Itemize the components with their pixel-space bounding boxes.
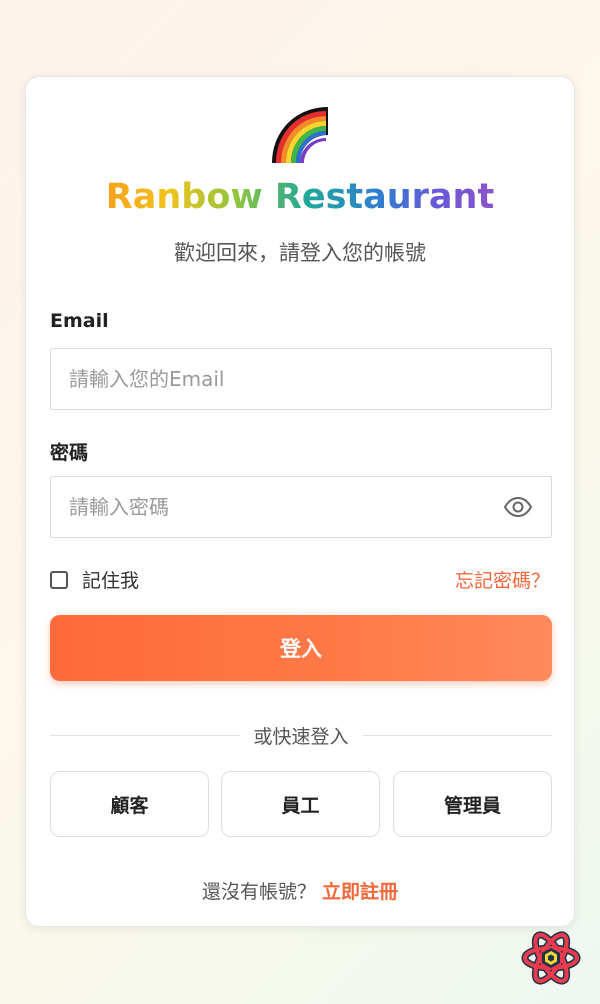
quick-login-divider: 或快速登入 xyxy=(50,722,553,749)
divider-line-left xyxy=(50,735,240,736)
email-label: Email xyxy=(50,310,109,332)
password-label: 密碼 xyxy=(50,442,89,464)
quick-login-staff-button[interactable]: 員工 xyxy=(221,771,380,837)
brand-title: Ranbow Restaurant xyxy=(26,177,574,217)
register-prompt: 還沒有帳號？ 立即註冊 xyxy=(26,877,574,904)
remember-me[interactable]: 記住我 xyxy=(50,566,139,593)
welcome-subtitle: 歡迎回來，請登入您的帳號 xyxy=(174,241,426,265)
eye-icon[interactable] xyxy=(503,496,533,518)
forgot-password-link[interactable]: 忘記密碼？ xyxy=(455,566,550,593)
register-prompt-text: 還沒有帳號？ xyxy=(201,881,316,903)
password-input[interactable] xyxy=(50,476,552,538)
register-link[interactable]: 立即註冊 xyxy=(322,881,398,903)
rainbow-icon xyxy=(272,107,328,163)
divider-line-right xyxy=(362,735,553,736)
react-devtools-icon[interactable] xyxy=(520,927,582,989)
email-input[interactable] xyxy=(50,348,552,410)
remember-checkbox[interactable] xyxy=(50,570,68,589)
quick-login-customer-button[interactable]: 顧客 xyxy=(50,771,209,837)
login-button[interactable]: 登入 xyxy=(50,615,552,681)
brand-name: Ranbow Restaurant xyxy=(105,177,495,217)
quick-login-admin-button[interactable]: 管理員 xyxy=(393,771,552,837)
remember-label: 記住我 xyxy=(82,570,140,592)
login-card: Ranbow Restaurant 歡迎回來，請登入您的帳號 Email 密碼 … xyxy=(25,76,575,927)
divider-text: 或快速登入 xyxy=(253,726,349,748)
